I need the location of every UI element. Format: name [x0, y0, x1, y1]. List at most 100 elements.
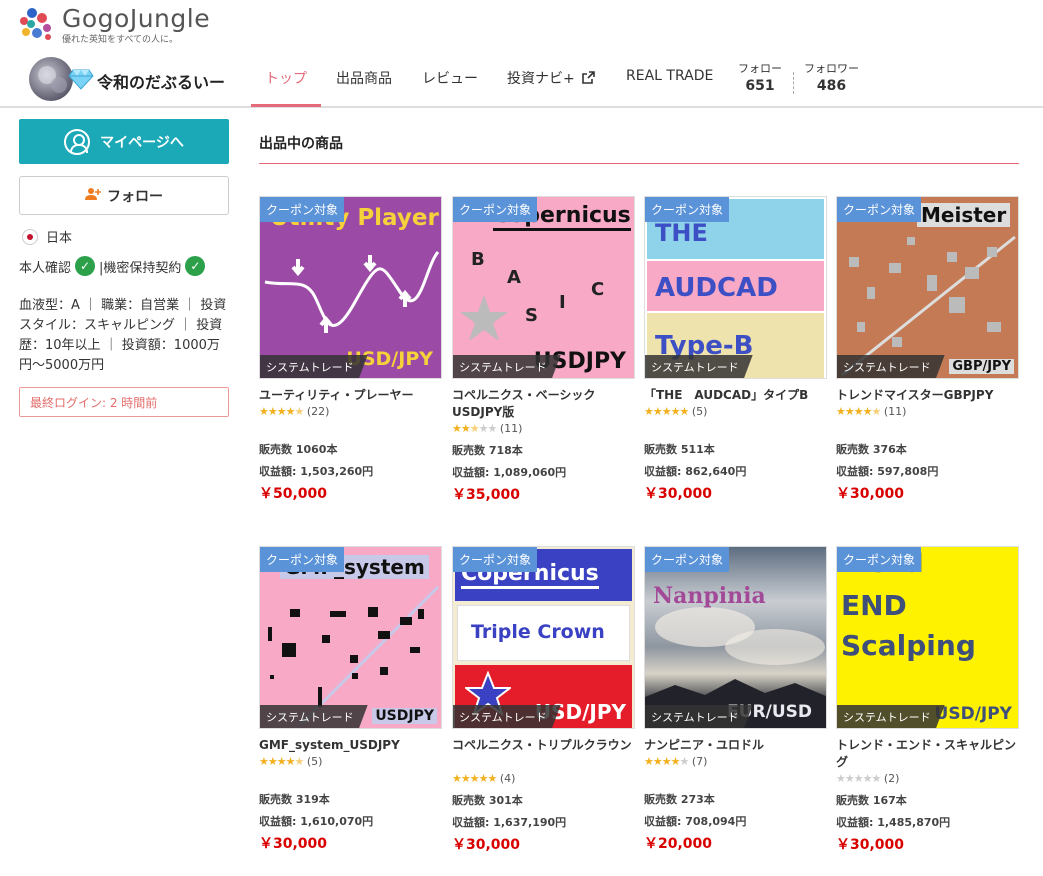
- follower-count-stat[interactable]: フォロワー 486: [804, 60, 859, 94]
- rating-stars: ★★★★★ (11): [452, 422, 523, 435]
- review-count: (22): [306, 405, 330, 418]
- price: ￥30,000: [836, 837, 905, 853]
- system-trade-badge: システムトレード: [260, 355, 368, 378]
- system-trade-badge: システムトレード: [453, 705, 561, 728]
- price: ￥30,000: [452, 837, 521, 853]
- product-card[interactable]: Utility Player USD/JPY クーポン対象 システムトレード ユ…: [259, 196, 442, 503]
- thumb-title: Nanpinia: [653, 583, 766, 609]
- price: ￥30,000: [836, 486, 905, 502]
- tab-products[interactable]: 出品商品: [336, 68, 392, 88]
- product-card[interactable]: Meister GBP/JPY クーポン対象 システムトレード トレンドマイスタ…: [836, 196, 1019, 503]
- price: ￥20,000: [644, 836, 713, 852]
- rating-stars: ★★★★★ (2): [836, 772, 900, 785]
- follow-plus-icon: [85, 187, 101, 205]
- coupon-badge: クーポン対象: [260, 197, 345, 222]
- gogojungle-logo-icon[interactable]: [18, 4, 56, 42]
- thumb-subtitle-2: Scalping: [841, 629, 976, 662]
- system-trade-badge: システムトレード: [453, 355, 561, 378]
- check-icon: ✓: [75, 256, 96, 276]
- tab-reviews[interactable]: レビュー: [422, 68, 478, 88]
- username: 令和のだぶるいー: [97, 73, 226, 92]
- thumb-title: THE: [655, 219, 708, 247]
- sales-count: 販売数 511本: [644, 443, 715, 456]
- product-thumbnail[interactable]: Copernicus Triple Crown USD/JPY クーポン対象 シ…: [452, 546, 635, 729]
- product-thumbnail[interactable]: Trend END Scalping USD/JPY クーポン対象 システムトレ…: [836, 546, 1019, 729]
- review-count: (7): [691, 755, 708, 768]
- profit-amount: 収益額: 597,808円: [836, 465, 939, 478]
- tab-real-trade[interactable]: REAL TRADE: [626, 68, 713, 84]
- sales-count: 販売数 273本: [644, 793, 715, 806]
- rating-stars: ★★★★★ (22): [259, 405, 330, 418]
- review-count: (5): [306, 755, 323, 768]
- product-card[interactable]: Copernicus B A S I C USDJPY クーポン対象 システムト…: [452, 196, 635, 504]
- product-card[interactable]: THE AUDCAD Type-B クーポン対象 システムトレード 「THE A…: [644, 196, 827, 503]
- thumb-subtitle: Triple Crown: [471, 621, 605, 643]
- product-name[interactable]: 「THE AUDCAD」タイプB: [644, 387, 827, 404]
- product-card[interactable]: Nanpinia EUR/USD クーポン対象 システムトレード ナンピニア・ユ…: [644, 546, 827, 853]
- japan-flag-icon: [22, 228, 38, 245]
- product-thumbnail[interactable]: Nanpinia EUR/USD クーポン対象 システムトレード: [644, 546, 827, 729]
- mypage-button-label: マイページへ: [100, 134, 184, 151]
- avatar[interactable]: [29, 57, 73, 101]
- identity-verified-label: 本人確認: [19, 260, 72, 276]
- sales-count: 販売数 167本: [836, 794, 907, 807]
- coupon-badge: クーポン対象: [837, 547, 922, 572]
- product-thumbnail[interactable]: Copernicus B A S I C USDJPY クーポン対象 システムト…: [452, 196, 635, 379]
- brand-name[interactable]: GogoJungle: [62, 4, 210, 33]
- profit-amount: 収益額: 708,094円: [644, 815, 747, 828]
- system-trade-badge: システムトレード: [260, 705, 368, 728]
- last-login-badge: 最終ログイン: 2 時間前: [19, 387, 229, 417]
- follow-count-stat[interactable]: フォロー 651: [738, 60, 782, 94]
- product-card[interactable]: Copernicus Triple Crown USD/JPY クーポン対象 シ…: [452, 546, 635, 854]
- tab-invest-navi[interactable]: 投資ナビ+: [507, 68, 595, 88]
- product-thumbnail[interactable]: GMF_system USDJPY クーポン対象 システムトレード: [259, 546, 442, 729]
- check-icon: ✓: [185, 256, 206, 276]
- thumb-pair: USDJPY: [372, 708, 437, 724]
- review-count: (2): [883, 772, 900, 785]
- price: ￥50,000: [259, 486, 328, 502]
- country: 日本: [22, 227, 72, 246]
- follow-button[interactable]: フォロー: [19, 176, 229, 215]
- sales-count: 販売数 1060本: [259, 443, 338, 456]
- profit-amount: 収益額: 1,637,190円: [452, 816, 567, 829]
- tab-top[interactable]: トップ: [265, 68, 307, 88]
- stat-divider: [793, 72, 794, 94]
- coupon-badge: クーポン対象: [453, 547, 538, 572]
- sales-count: 販売数 376本: [836, 443, 907, 456]
- product-name[interactable]: トレンド・エンド・スキャルピング: [836, 737, 1019, 771]
- product-name[interactable]: ナンピニア・ユロドル: [644, 737, 827, 754]
- product-name[interactable]: GMF_system_USDJPY: [259, 737, 442, 754]
- section-divider: [259, 163, 1019, 164]
- product-name[interactable]: ユーティリティ・プレーヤー: [259, 387, 442, 404]
- product-thumbnail[interactable]: THE AUDCAD Type-B クーポン対象 システムトレード: [644, 196, 827, 379]
- coupon-badge: クーポン対象: [645, 197, 730, 222]
- profile-details: 血液型：A ｜ 職業：自営業 ｜ 投資スタイル：スキャルピング ｜ 投資歴：10…: [19, 298, 227, 373]
- product-thumbnail[interactable]: Meister GBP/JPY クーポン対象 システムトレード: [836, 196, 1019, 379]
- profit-amount: 収益額: 1,503,260円: [259, 465, 374, 478]
- product-card[interactable]: GMF_system USDJPY クーポン対象 システムトレード GMF_sy…: [259, 546, 442, 853]
- product-card[interactable]: Trend END Scalping USD/JPY クーポン対象 システムトレ…: [836, 546, 1019, 854]
- product-name[interactable]: コペルニクス・トリプルクラウン: [452, 737, 635, 771]
- profile-nav-bar: 令和のだぶるいー トップ 出品商品 レビュー 投資ナビ+ REAL TRADE …: [0, 52, 1043, 108]
- product-thumbnail[interactable]: Utility Player USD/JPY クーポン対象 システムトレード: [259, 196, 442, 379]
- product-name[interactable]: トレンドマイスターGBPJPY: [836, 387, 1019, 404]
- profit-amount: 収益額: 1,089,060円: [452, 466, 567, 479]
- profit-amount: 収益額: 1,610,070円: [259, 815, 374, 828]
- system-trade-badge: システムトレード: [837, 705, 945, 728]
- system-trade-badge: システムトレード: [645, 355, 753, 378]
- product-name[interactable]: コペルニクス・ベーシック USDJPY版: [452, 387, 635, 421]
- tab-invest-navi-label: 投資ナビ+: [507, 71, 575, 87]
- thumb-subtitle: AUDCAD: [655, 273, 778, 303]
- follow-count: 651: [745, 78, 775, 94]
- follow-button-label: フォロー: [107, 188, 163, 205]
- rating-stars: ★★★★★ (11): [836, 405, 907, 418]
- review-count: (4): [499, 772, 516, 785]
- nda-label: |機密保持契約: [99, 260, 182, 276]
- user-icon: [64, 128, 91, 155]
- mypage-button[interactable]: マイページへ: [19, 119, 229, 164]
- coupon-badge: クーポン対象: [645, 547, 730, 572]
- profit-amount: 収益額: 862,640円: [644, 465, 747, 478]
- country-label: 日本: [46, 231, 73, 246]
- price: ￥30,000: [644, 486, 713, 502]
- rating-stars: ★★★★★ (4): [452, 772, 516, 785]
